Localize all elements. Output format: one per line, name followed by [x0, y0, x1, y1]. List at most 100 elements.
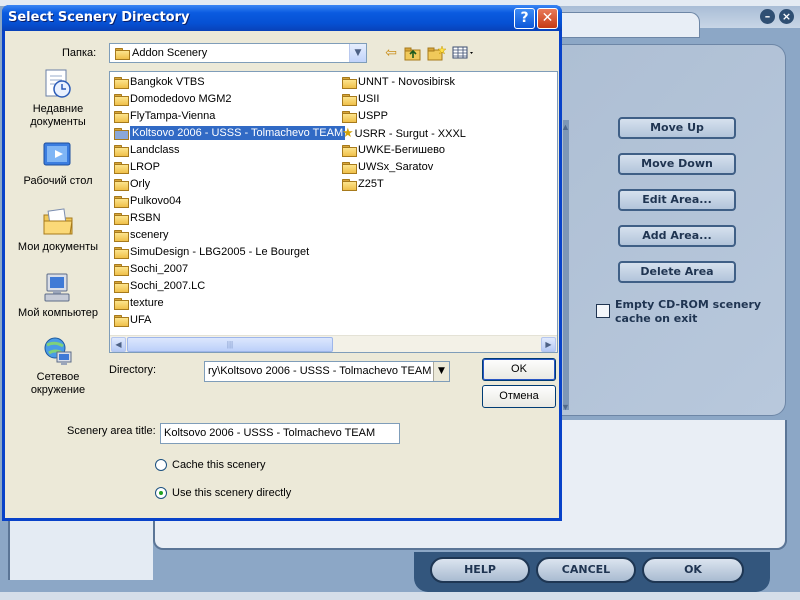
- folder-name: scenery: [130, 229, 169, 241]
- list-item[interactable]: UFA: [112, 312, 345, 329]
- folder-icon: [114, 196, 129, 209]
- folder-name: RSBN: [130, 212, 161, 224]
- place-network[interactable]: Сетевое окружение: [11, 335, 105, 397]
- folder-icon: [114, 298, 129, 311]
- move-up-button[interactable]: Move Up: [618, 117, 736, 139]
- list-item[interactable]: RSBN: [112, 210, 345, 227]
- use-directly-radio[interactable]: [155, 487, 167, 499]
- list-item[interactable]: Landclass: [112, 142, 345, 159]
- list-item[interactable]: Sochi_2007: [112, 261, 345, 278]
- folder-name: Pulkovo04: [130, 195, 182, 207]
- folder-icon: [114, 247, 129, 260]
- cache-scenery-radio[interactable]: [155, 459, 167, 471]
- background-scrollbar[interactable]: [563, 120, 569, 410]
- list-item[interactable]: ★USRR - Surgut - XXXL: [340, 125, 466, 142]
- select-scenery-directory-dialog: Select Scenery Directory ? ✕ Папка: Addo…: [2, 5, 562, 521]
- list-item[interactable]: USII: [340, 91, 466, 108]
- list-item[interactable]: UWKE-Бегишево: [340, 142, 466, 159]
- delete-area-button[interactable]: Delete Area: [618, 261, 736, 283]
- scroll-right-icon[interactable]: ▶: [541, 337, 556, 352]
- folder-column-1: Bangkok VTBS Domodedovo MGM2 FlyTampa-Vi…: [112, 74, 346, 329]
- list-item[interactable]: Sochi_2007.LC: [112, 278, 345, 295]
- folder-icon: [342, 94, 357, 107]
- folder-icon: [114, 179, 129, 192]
- help-icon[interactable]: ?: [514, 8, 535, 29]
- folder-name: UFA: [130, 314, 152, 326]
- folder-icon: [115, 48, 130, 60]
- folder-icon: [342, 145, 357, 158]
- place-desktop[interactable]: Рабочий стол: [11, 139, 105, 188]
- chevron-down-icon[interactable]: ▼: [433, 362, 449, 381]
- folder-icon: [114, 111, 129, 124]
- look-in-value: Addon Scenery: [132, 47, 208, 59]
- help-button[interactable]: HELP: [430, 557, 530, 583]
- view-menu-icon[interactable]: [451, 43, 477, 63]
- folder-icon: [114, 281, 129, 294]
- scroll-left-icon[interactable]: ◀: [111, 337, 126, 352]
- folder-name: Orly: [130, 178, 151, 190]
- desktop-icon: [43, 142, 71, 166]
- empty-cache-checkbox[interactable]: [596, 304, 610, 318]
- place-my-computer[interactable]: Мой компьютер: [11, 271, 105, 320]
- list-item[interactable]: USPP: [340, 108, 466, 125]
- list-item[interactable]: Z25T: [340, 176, 466, 193]
- look-in-label: Папка:: [62, 47, 97, 59]
- folder-name: Bangkok VTBS: [130, 76, 205, 88]
- ok-button[interactable]: OK: [482, 358, 556, 381]
- folder-name: SimuDesign - LBG2005 - Le Bourget: [130, 246, 310, 258]
- chevron-down-icon[interactable]: ▼: [349, 44, 366, 62]
- place-recent-documents[interactable]: Недавние документы: [11, 67, 105, 129]
- list-item[interactable]: Orly: [112, 176, 345, 193]
- my-computer-icon: [44, 273, 70, 302]
- minimize-icon[interactable]: –: [760, 9, 775, 24]
- horizontal-scrollbar[interactable]: ◀ ||| ▶: [110, 335, 557, 352]
- look-in-combobox[interactable]: Addon Scenery ▼: [109, 43, 367, 63]
- list-item[interactable]: Domodedovo MGM2: [112, 91, 345, 108]
- folder-name: Koltsovo 2006 - USSS - Tolmachevo TEAM: [130, 126, 346, 140]
- scroll-down-arrow-icon[interactable]: ▼: [561, 402, 570, 412]
- background-ok-button[interactable]: OK: [642, 557, 744, 583]
- list-item[interactable]: Bangkok VTBS: [112, 74, 345, 91]
- move-down-button[interactable]: Move Down: [618, 153, 736, 175]
- area-title-field[interactable]: Koltsovo 2006 - USSS - Tolmachevo TEAM: [160, 423, 400, 444]
- background-cancel-button[interactable]: CANCEL: [536, 557, 636, 583]
- list-item[interactable]: LROP: [112, 159, 345, 176]
- folder-name: Z25T: [358, 178, 384, 190]
- use-directly-label: Use this scenery directly: [172, 487, 292, 499]
- folder-list[interactable]: Bangkok VTBS Domodedovo MGM2 FlyTampa-Vi…: [109, 71, 558, 353]
- empty-cache-label: Empty CD-ROM scenery cache on exit: [615, 298, 762, 325]
- dialog-titlebar: Select Scenery Directory ? ✕: [2, 5, 562, 31]
- place-desktop-label: Рабочий стол: [23, 175, 93, 187]
- directory-combobox[interactable]: ry\Koltsovo 2006 - USSS - Tolmachevo TEA…: [204, 361, 450, 382]
- list-item[interactable]: FlyTampa-Vienna: [112, 108, 345, 125]
- list-item[interactable]: texture: [112, 295, 345, 312]
- directory-value: ry\Koltsovo 2006 - USSS - Tolmachevo TEA…: [208, 365, 432, 377]
- list-item[interactable]: SimuDesign - LBG2005 - Le Bourget: [112, 244, 345, 261]
- folder-icon: [114, 77, 129, 90]
- new-folder-icon[interactable]: [427, 43, 447, 63]
- scroll-up-arrow-icon[interactable]: ▲: [561, 122, 570, 132]
- folder-name: LROP: [130, 161, 160, 173]
- folder-name: FlyTampa-Vienna: [130, 110, 216, 122]
- edit-area-button[interactable]: Edit Area...: [618, 189, 736, 211]
- list-item-selected[interactable]: Koltsovo 2006 - USSS - Tolmachevo TEAM: [112, 125, 346, 142]
- place-my-documents[interactable]: Мои документы: [11, 205, 105, 254]
- folder-name: USII: [358, 93, 380, 105]
- folder-icon: [114, 128, 129, 141]
- list-item[interactable]: UNNT - Novosibirsk: [340, 74, 466, 91]
- folder-name: UWSx_Saratov: [358, 161, 434, 173]
- area-title-value: Koltsovo 2006 - USSS - Tolmachevo TEAM: [164, 427, 376, 439]
- list-item[interactable]: scenery: [112, 227, 345, 244]
- folder-name: USPP: [358, 110, 388, 122]
- list-item[interactable]: UWSx_Saratov: [340, 159, 466, 176]
- scrollbar-thumb[interactable]: |||: [127, 337, 333, 352]
- add-area-button[interactable]: Add Area...: [618, 225, 736, 247]
- cancel-button[interactable]: Отмена: [482, 385, 556, 408]
- list-item[interactable]: Pulkovo04: [112, 193, 345, 210]
- folder-name: USRR - Surgut - XXXL: [354, 128, 466, 140]
- back-arrow-icon[interactable]: ⇦: [381, 43, 401, 63]
- close-icon[interactable]: ×: [779, 9, 794, 24]
- dialog-close-icon[interactable]: ✕: [537, 8, 558, 29]
- folder-name: UNNT - Novosibirsk: [358, 76, 455, 88]
- up-one-level-icon[interactable]: [403, 43, 423, 63]
